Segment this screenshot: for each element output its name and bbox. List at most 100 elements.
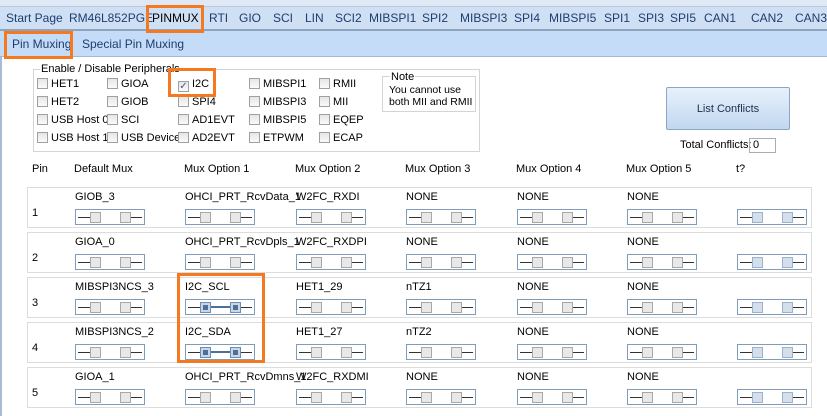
switch-knob[interactable] (341, 302, 352, 313)
switch-knob[interactable] (782, 302, 793, 313)
checkbox-unchecked-icon[interactable] (37, 114, 48, 125)
switch-knob[interactable] (90, 212, 101, 223)
checkbox-eqep[interactable]: EQEP (319, 114, 364, 126)
mux-select-switch[interactable] (406, 299, 476, 315)
switch-knob[interactable] (421, 212, 432, 223)
mux-select-switch[interactable] (627, 344, 697, 360)
mux-select-switch[interactable] (296, 389, 366, 405)
checkbox-unchecked-icon[interactable] (37, 78, 48, 89)
mux-select-switch[interactable] (296, 254, 366, 270)
list-conflicts-button[interactable]: List Conflicts (666, 87, 790, 130)
mux-select-switch[interactable] (296, 344, 366, 360)
mux-select-switch[interactable] (75, 299, 145, 315)
switch-knob[interactable] (311, 212, 322, 223)
switch-knob[interactable] (451, 257, 462, 268)
switch-knob[interactable] (672, 392, 683, 403)
switch-knob[interactable] (562, 302, 573, 313)
checkbox-usb-host-1[interactable]: USB Host 1 (37, 132, 108, 144)
checkbox-usb-host-0[interactable]: USB Host 0 (37, 114, 108, 126)
tab-can2[interactable]: CAN2 (751, 11, 783, 25)
switch-knob[interactable] (782, 392, 793, 403)
tab-lin[interactable]: LIN (305, 11, 324, 25)
switch-knob[interactable] (672, 257, 683, 268)
mux-select-switch[interactable] (627, 209, 697, 225)
checkbox-unchecked-icon[interactable] (319, 96, 330, 107)
tab-spi5[interactable]: SPI5 (670, 11, 696, 25)
switch-knob[interactable] (532, 347, 543, 358)
tab-spi3[interactable]: SPI3 (638, 11, 664, 25)
mux-select-switch[interactable] (296, 209, 366, 225)
checkbox-unchecked-icon[interactable] (107, 96, 118, 107)
tab-gio[interactable]: GIO (239, 11, 261, 25)
switch-knob[interactable] (90, 302, 101, 313)
switch-knob[interactable] (90, 347, 101, 358)
checkbox-unchecked-icon[interactable] (319, 132, 330, 143)
checkbox-unchecked-icon[interactable] (178, 132, 189, 143)
tab-sci2[interactable]: SCI2 (335, 11, 362, 25)
tab-start-page[interactable]: Start Page (6, 11, 63, 25)
switch-knob[interactable] (451, 392, 462, 403)
checkbox-unchecked-icon[interactable] (107, 114, 118, 125)
mux-select-switch[interactable] (737, 389, 807, 405)
switch-knob[interactable] (120, 212, 131, 223)
switch-knob[interactable] (672, 347, 683, 358)
checkbox-unchecked-icon[interactable] (37, 132, 48, 143)
total-conflicts-field[interactable]: 0 (749, 138, 776, 153)
mux-select-switch[interactable] (517, 254, 587, 270)
switch-knob[interactable] (341, 212, 352, 223)
checkbox-unchecked-icon[interactable] (249, 96, 260, 107)
mux-select-switch[interactable] (627, 299, 697, 315)
switch-knob[interactable] (200, 392, 211, 403)
switch-knob[interactable] (672, 302, 683, 313)
mux-select-switch[interactable] (737, 254, 807, 270)
mux-select-switch[interactable] (627, 389, 697, 405)
switch-knob[interactable] (642, 212, 653, 223)
checkbox-unchecked-icon[interactable] (249, 78, 260, 89)
checkbox-het2[interactable]: HET2 (37, 96, 79, 108)
mux-select-switch[interactable] (185, 389, 255, 405)
checkbox-het1[interactable]: HET1 (37, 78, 79, 90)
switch-knob[interactable] (562, 347, 573, 358)
mux-select-switch[interactable] (406, 389, 476, 405)
tab-sci[interactable]: SCI (273, 11, 293, 25)
switch-knob[interactable] (752, 392, 763, 403)
switch-knob[interactable] (120, 347, 131, 358)
switch-knob[interactable] (782, 347, 793, 358)
checkbox-ecap[interactable]: ECAP (319, 132, 363, 144)
switch-knob[interactable] (642, 302, 653, 313)
checkbox-unchecked-icon[interactable] (319, 114, 330, 125)
tab-mibspi3[interactable]: MIBSPI3 (460, 11, 507, 25)
mux-select-switch[interactable] (75, 389, 145, 405)
switch-knob[interactable] (642, 392, 653, 403)
switch-knob[interactable] (230, 392, 241, 403)
checkbox-unchecked-icon[interactable] (319, 78, 330, 89)
switch-knob[interactable] (341, 257, 352, 268)
switch-knob[interactable] (562, 212, 573, 223)
checkbox-gioa[interactable]: GIOA (107, 78, 149, 90)
switch-knob[interactable] (782, 257, 793, 268)
checkbox-unchecked-icon[interactable] (107, 78, 118, 89)
checkbox-unchecked-icon[interactable] (37, 96, 48, 107)
tab-can1[interactable]: CAN1 (704, 11, 736, 25)
switch-knob[interactable] (421, 302, 432, 313)
switch-knob[interactable] (341, 392, 352, 403)
switch-knob[interactable] (120, 257, 131, 268)
checkbox-unchecked-icon[interactable] (107, 132, 118, 143)
switch-knob[interactable] (752, 212, 763, 223)
tab-spi2[interactable]: SPI2 (422, 11, 448, 25)
tab-rti[interactable]: RTI (209, 11, 228, 25)
subtab-special-pin-muxing[interactable]: Special Pin Muxing (82, 37, 184, 51)
mux-select-switch[interactable] (627, 254, 697, 270)
mux-select-switch[interactable] (75, 254, 145, 270)
switch-knob[interactable] (752, 347, 763, 358)
checkbox-unchecked-icon[interactable] (249, 114, 260, 125)
mux-select-switch[interactable] (406, 209, 476, 225)
checkbox-rmii[interactable]: RMII (319, 78, 356, 90)
switch-knob[interactable] (421, 347, 432, 358)
tab-mibspi5[interactable]: MIBSPI5 (549, 11, 596, 25)
switch-knob[interactable] (451, 212, 462, 223)
mux-select-switch[interactable] (737, 209, 807, 225)
tab-mibspi1[interactable]: MIBSPI1 (369, 11, 416, 25)
checkbox-ad2evt[interactable]: AD2EVT (178, 132, 235, 144)
switch-knob[interactable] (451, 347, 462, 358)
